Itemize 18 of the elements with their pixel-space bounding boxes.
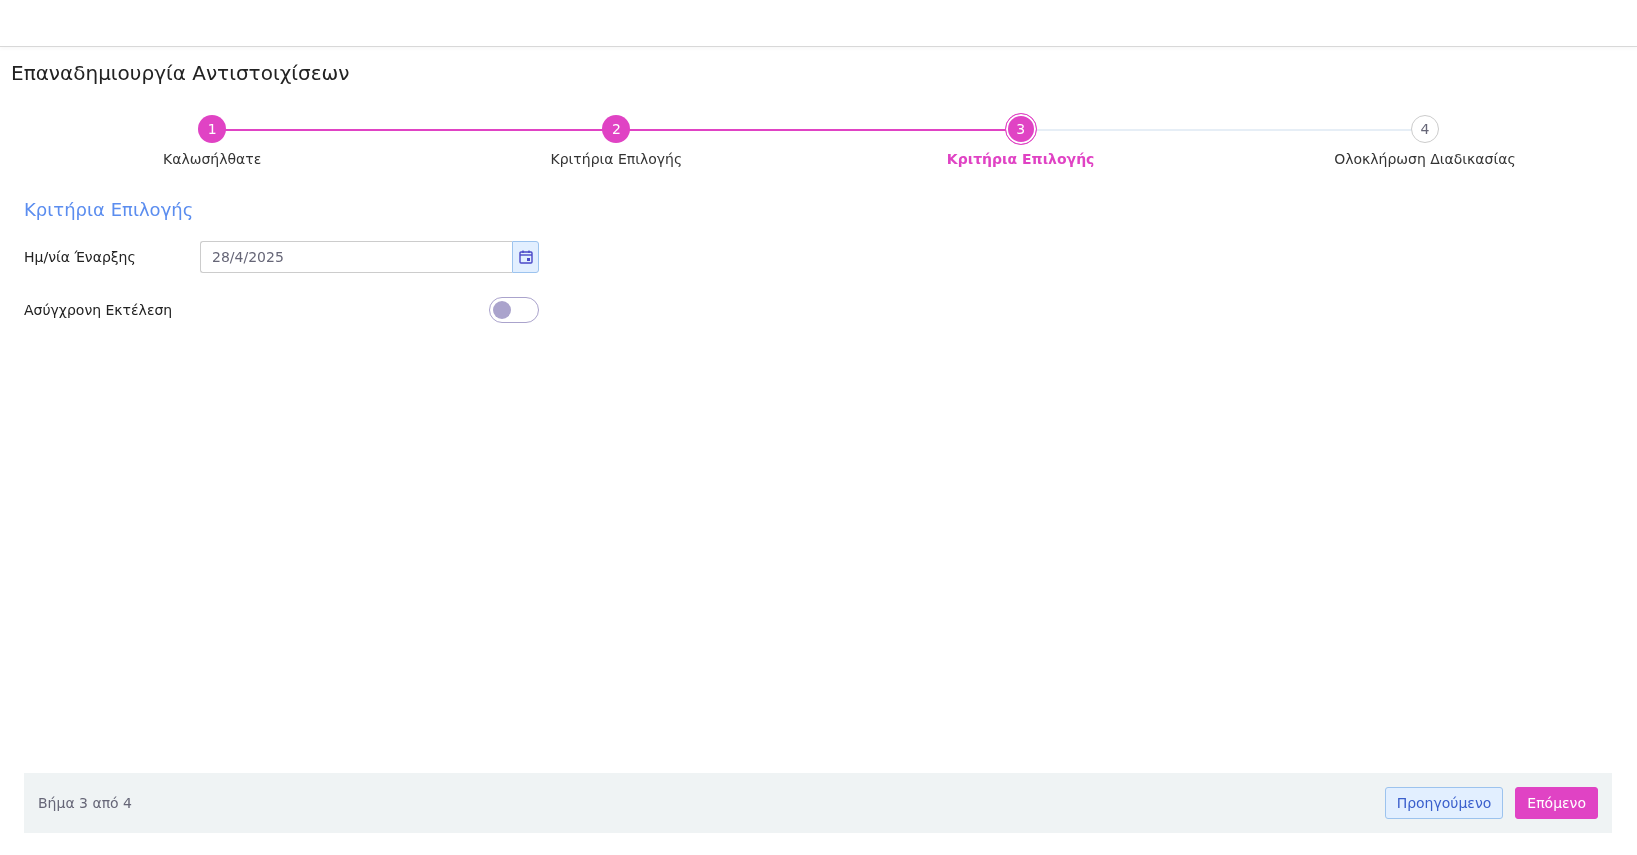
step-label: Καλωσήλθατε [163,151,262,167]
field-label: Ημ/νία Έναρξης [24,249,137,265]
calendar-icon[interactable] [512,241,539,273]
step-label: Κριτήρια Επιλογής [946,151,1095,167]
field-label: Ασύγχρονη Εκτέλεση [24,302,174,318]
date-field[interactable]: 28/4/2025 [200,241,512,273]
previous-button[interactable]: Προηγούμενο [1384,787,1504,819]
page-title: Επαναδημιουργία Αντιστοιχίσεων [11,61,350,85]
step-label: Ολοκλήρωση Διαδικασίας [1334,151,1516,167]
step-indicator: 1 [198,115,227,143]
step-indicator: 2 [602,115,631,143]
section-heading: Κριτήρια Επιλογής [24,199,194,220]
step-label: Κριτήρια Επιλογής [550,151,683,167]
next-button[interactable]: Επόμενο [1515,787,1598,819]
step-indicator: 4 [1410,115,1439,143]
step-indicator: 3 [1004,113,1037,145]
step-counter: Βήμα 3 από 4 [38,795,133,811]
toggle-switch[interactable] [489,297,539,323]
